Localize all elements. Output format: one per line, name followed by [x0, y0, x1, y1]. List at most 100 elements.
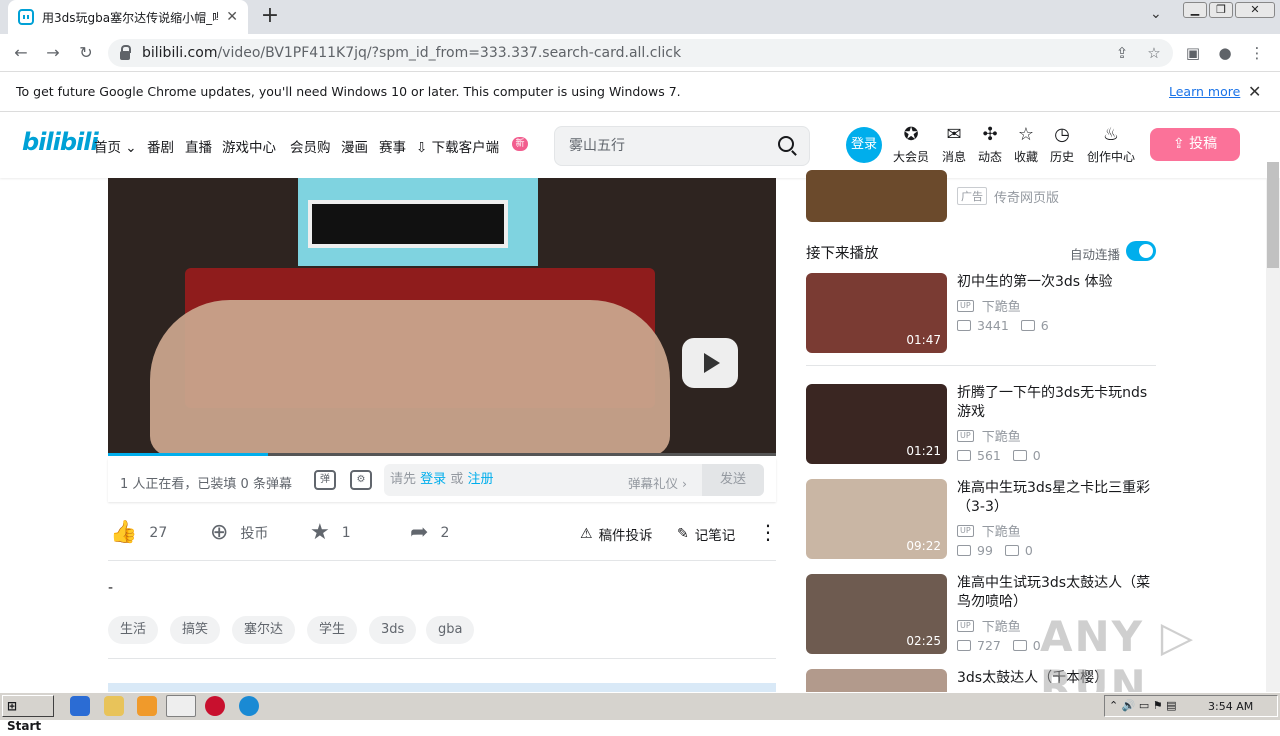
danmaku-settings-icon[interactable]: ⚙: [350, 470, 372, 490]
dynamic-icon: ✣: [982, 124, 998, 145]
autoplay-toggle[interactable]: [1126, 241, 1156, 261]
share-icon[interactable]: ⇪: [1111, 42, 1133, 64]
video-frame-hand: [150, 300, 670, 456]
rec-title[interactable]: 初中生的第一次3ds 体验: [957, 273, 1152, 292]
rec-title[interactable]: 准高中生试玩3ds太鼓达人（菜鸟勿喷哈）: [957, 574, 1152, 612]
favorites-label: 收藏: [1013, 150, 1038, 164]
rec-duration: 01:47: [906, 333, 941, 347]
address-bar[interactable]: bilibili.com/video/BV1PF411K7jq/?spm_id_…: [108, 39, 1173, 67]
rec-uploader[interactable]: UP 下跪鱼: [957, 521, 1021, 540]
danmaku-login-link[interactable]: 登录: [420, 472, 446, 487]
new-tab-button[interactable]: +: [258, 4, 282, 28]
like-button[interactable]: 👍 27: [110, 520, 167, 545]
tab-search-icon[interactable]: ⌄: [1150, 6, 1162, 22]
bilibili-logo[interactable]: bilibili: [22, 128, 99, 156]
window-close-button[interactable]: ✕: [1235, 2, 1275, 18]
windows-logo-icon: ⊞: [7, 699, 18, 713]
nav-esports[interactable]: 赛事: [379, 136, 406, 156]
taskbar-clock[interactable]: 3:54 AM: [1208, 700, 1253, 713]
lock-icon: [120, 44, 131, 60]
minimize-button[interactable]: ▁: [1183, 2, 1207, 18]
rec-thumbnail[interactable]: 09:22: [806, 479, 947, 559]
rec-uploader[interactable]: UP 下跪鱼: [957, 616, 1021, 635]
rec-thumbnail[interactable]: [806, 669, 947, 692]
danmaku-toggle-icon[interactable]: 弹: [314, 470, 336, 490]
header-history[interactable]: ◷ 历史: [1042, 124, 1082, 165]
rec-title[interactable]: 准高中生玩3ds星之卡比三重彩（3-3）: [957, 479, 1152, 517]
rec-thumbnail[interactable]: 01:21: [806, 384, 947, 464]
reload-icon[interactable]: ↻: [75, 42, 97, 64]
search-input[interactable]: 雾山五行: [554, 126, 810, 166]
danmaku-etiquette-link[interactable]: 弹幕礼仪 ›: [628, 473, 687, 492]
rec-thumbnail[interactable]: 01:47: [806, 273, 947, 353]
tag-item[interactable]: 搞笑: [170, 616, 221, 644]
up-badge: UP: [957, 524, 974, 537]
ie-icon[interactable]: [70, 696, 90, 716]
upload-post-button[interactable]: ⇪ 投稿: [1150, 128, 1240, 161]
side-panel-icon[interactable]: ▣: [1182, 42, 1204, 64]
edge-icon[interactable]: [239, 696, 259, 716]
nav-live[interactable]: 直播: [185, 136, 212, 156]
ad-thumbnail[interactable]: [806, 170, 947, 222]
more-options-icon[interactable]: ⋮: [758, 520, 778, 544]
learn-more-link[interactable]: Learn more: [1169, 84, 1240, 99]
divider: [108, 658, 776, 659]
maximize-button[interactable]: ❐: [1209, 2, 1233, 18]
history-clock-icon: ◷: [1054, 124, 1070, 145]
scrollbar-thumb[interactable]: [1267, 162, 1279, 268]
favorite-button[interactable]: ★ 1: [310, 520, 351, 545]
tray-icons[interactable]: ⌃ 🔊 ▭ ⚑ ▤: [1105, 699, 1177, 712]
tag-item[interactable]: 塞尔达: [232, 616, 296, 644]
nav-anime[interactable]: 番剧: [147, 136, 174, 156]
tag-item[interactable]: 学生: [307, 616, 358, 644]
vip-label: 大会员: [892, 150, 929, 164]
start-button[interactable]: ⊞ Start: [2, 695, 54, 733]
header-dynamic[interactable]: ✣ 动态: [970, 124, 1010, 165]
search-icon[interactable]: [778, 136, 794, 152]
ad-title[interactable]: 传奇网页版: [994, 187, 1059, 206]
danmaku-count-icon: [1020, 320, 1035, 331]
vip-icon: ✪: [903, 124, 919, 145]
tag-item[interactable]: gba: [426, 616, 475, 644]
rec-up-name: 下跪鱼: [981, 300, 1021, 315]
login-button[interactable]: 登录: [846, 127, 882, 163]
danmaku-send-button[interactable]: 发送: [702, 464, 764, 496]
play-button-icon[interactable]: [682, 338, 738, 388]
tag-item[interactable]: 生活: [108, 616, 159, 644]
danmaku-register-link[interactable]: 注册: [467, 472, 493, 487]
tag-item[interactable]: 3ds: [369, 616, 417, 644]
coin-button[interactable]: ⊕ 投币: [210, 520, 268, 545]
browser-tab[interactable]: 用3ds玩gba塞尔达传说缩小帽_哔哩 ✕: [8, 0, 248, 34]
explorer-folder-icon[interactable]: [104, 696, 124, 716]
header-messages[interactable]: ✉ 消息: [934, 124, 974, 165]
header-vip[interactable]: ✪ 大会员: [891, 124, 931, 165]
share-arrow-icon: ➦: [410, 520, 429, 545]
play-count-icon: [957, 320, 971, 331]
back-arrow-icon[interactable]: ←: [10, 42, 32, 64]
profile-avatar-icon[interactable]: ●: [1214, 42, 1236, 64]
share-button[interactable]: ➦ 2: [410, 520, 449, 545]
nav-game-center[interactable]: 游戏中心: [222, 136, 276, 156]
bookmark-star-icon[interactable]: ☆: [1143, 42, 1165, 64]
tab-close-icon[interactable]: ✕: [226, 9, 238, 25]
nav-manga[interactable]: 漫画: [341, 136, 368, 156]
media-player-icon[interactable]: [137, 696, 157, 716]
nav-download-client[interactable]: ⇩ 下载客户端: [416, 136, 499, 156]
header-favorites[interactable]: ☆ 收藏: [1006, 124, 1046, 165]
nav-home[interactable]: 首页 ⌄: [94, 136, 137, 156]
infobar-close-icon[interactable]: ✕: [1248, 82, 1261, 101]
rec-title[interactable]: 折腾了一下午的3ds无卡玩nds游戏: [957, 384, 1152, 422]
opera-icon[interactable]: [205, 696, 225, 716]
chrome-menu-icon[interactable]: ⋮: [1246, 42, 1268, 64]
report-button[interactable]: ⚠ 稿件投诉: [580, 524, 653, 544]
rec-uploader[interactable]: UP 下跪鱼: [957, 426, 1021, 445]
forward-arrow-icon[interactable]: →: [42, 42, 64, 64]
chrome-taskbar-button[interactable]: [166, 695, 196, 717]
nav-vip-shop[interactable]: 会员购: [290, 136, 331, 156]
progress-fill: [108, 453, 268, 456]
rec-thumbnail[interactable]: 02:25: [806, 574, 947, 654]
notes-button[interactable]: ✎ 记笔记: [677, 524, 735, 544]
header-creator-center[interactable]: ♨ 创作中心: [1086, 124, 1136, 165]
rec-uploader[interactable]: UP 下跪鱼: [957, 296, 1021, 315]
creator-bulb-icon: ♨: [1102, 124, 1120, 145]
